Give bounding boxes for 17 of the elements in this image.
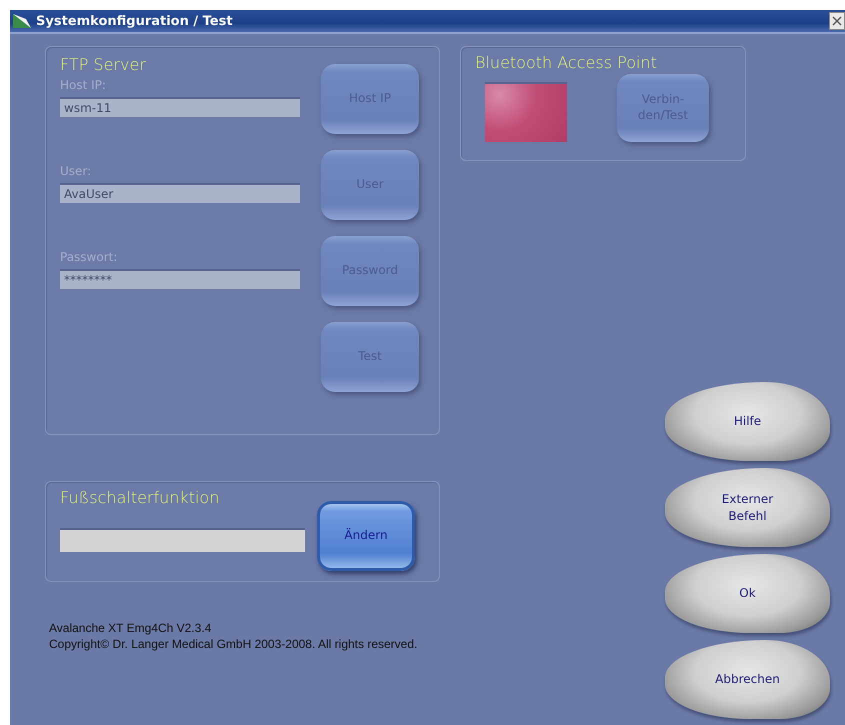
app-icon (12, 13, 32, 29)
field-label: Host IP: (60, 78, 107, 92)
action-button[interactable]: Hilfe (665, 382, 830, 461)
change-button[interactable]: Ändern (317, 501, 415, 571)
window-title: Systemkonfiguration / Test (36, 14, 233, 28)
footer-text: Copyright© Dr. Langer Medical GmbH 2003-2008. All rights reserved. (49, 636, 418, 652)
field-label: Passwort: (60, 250, 118, 264)
action-button[interactable]: Ok (665, 554, 830, 633)
panel-title: FTP Server (60, 55, 147, 74)
footer-text: Avalanche XT Emg4Ch V2.3.4 (49, 620, 212, 636)
panel-title: Bluetooth Access Point (475, 53, 658, 72)
input-field[interactable] (60, 528, 305, 552)
panel-title: Fußschalterfunktion (60, 488, 220, 507)
action-button[interactable]: Externer Befehl (665, 468, 830, 547)
action-button[interactable]: Abbrechen (665, 640, 830, 719)
field-label: User: (60, 164, 92, 178)
close-icon[interactable] (829, 12, 845, 30)
